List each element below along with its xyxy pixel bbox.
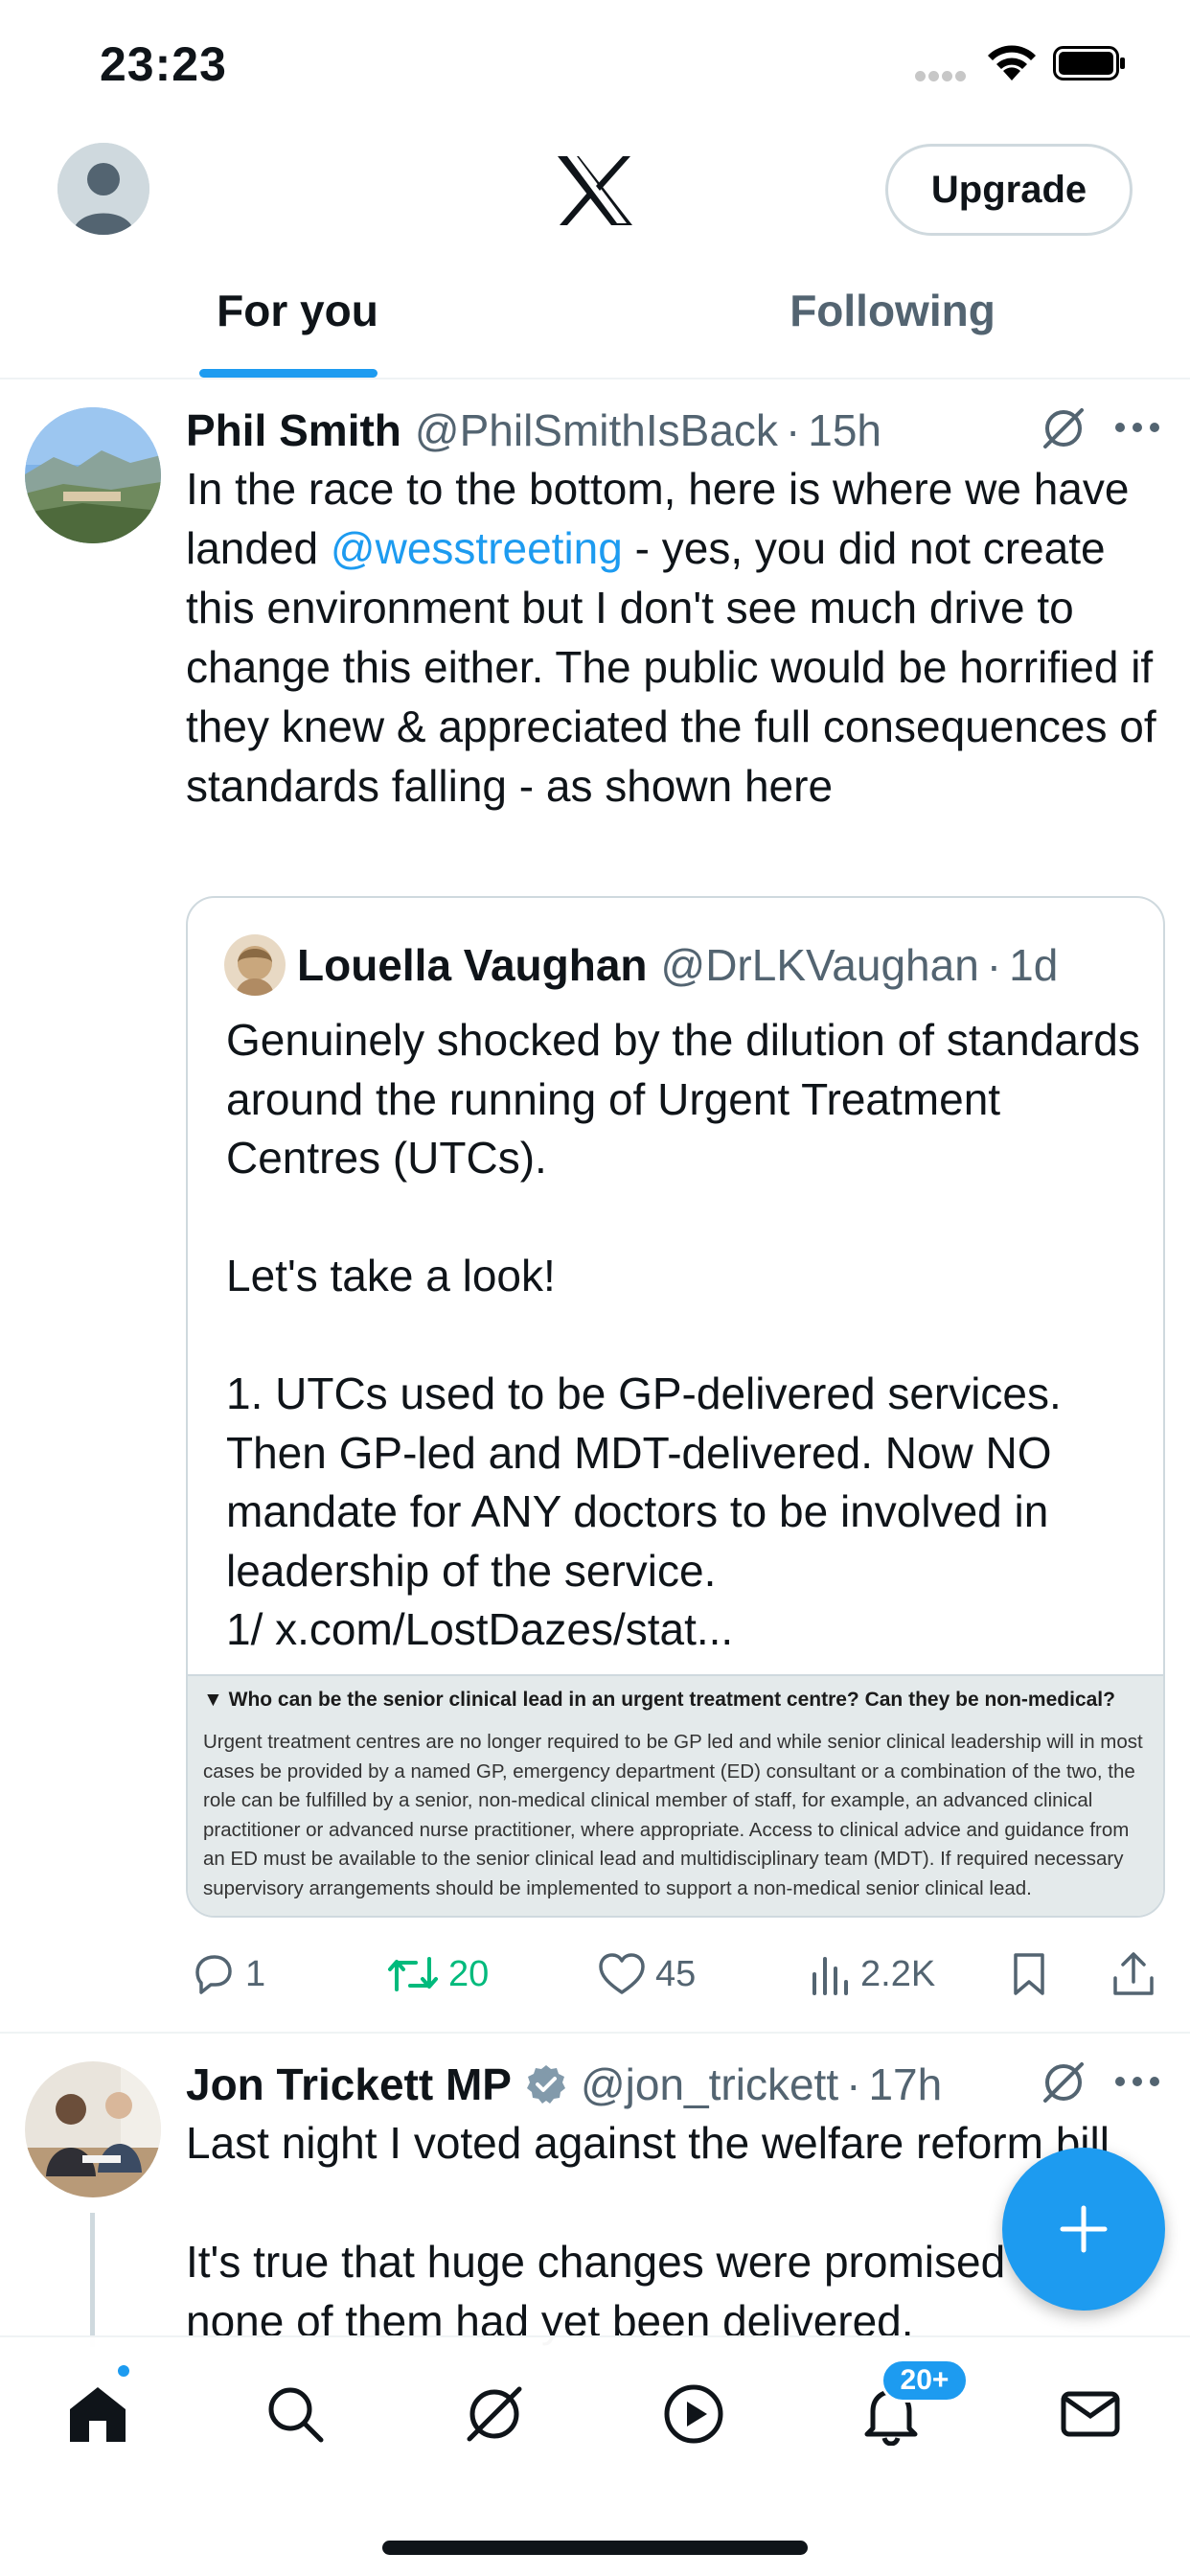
reply-count: 1: [245, 1953, 266, 1994]
divider: [0, 2032, 1190, 2034]
header: Upgrade For you Following: [0, 129, 1190, 380]
verified-badge-icon: [526, 2065, 565, 2104]
retweet-icon: [388, 1957, 438, 1991]
tweet-time: 15h: [808, 405, 882, 455]
author-handle[interactable]: @PhilSmithIsBack: [415, 404, 778, 456]
tweet-header: Jon Trickett MP @jon_trickett · 17h: [186, 2056, 942, 2113]
share-icon: [1113, 1952, 1154, 1995]
author-avatar[interactable]: [25, 2061, 161, 2197]
tweet[interactable]: Jon Trickett MP @jon_trickett · 17h Last…: [0, 2035, 1190, 2347]
quoted-tweet-time: 1d: [1009, 940, 1059, 990]
like-count: 45: [655, 1953, 697, 1994]
home-unread-dot: [115, 2362, 132, 2380]
nav-home[interactable]: [59, 2376, 136, 2452]
bookmark-button[interactable]: [1010, 1941, 1058, 2008]
tweet-time: 17h: [868, 2059, 943, 2109]
search-icon: [268, 2387, 324, 2443]
grok-icon: [467, 2386, 522, 2442]
tab-following[interactable]: Following: [595, 273, 1190, 379]
heart-icon: [599, 1953, 645, 1994]
tab-for-you[interactable]: For you: [0, 273, 595, 379]
separator: ·: [986, 940, 1002, 990]
like-button[interactable]: 45: [598, 1941, 696, 2008]
reply-icon: [195, 1955, 232, 1994]
feed-tabs: For you Following: [0, 273, 1190, 379]
bookmark-icon: [1014, 1953, 1044, 1995]
nav-messages[interactable]: [1052, 2376, 1129, 2452]
home-indicator: [382, 2541, 808, 2555]
nav-video[interactable]: [655, 2376, 732, 2452]
play-icon: [664, 2384, 723, 2444]
analytics-icon: [812, 1957, 848, 1995]
quoted-author-handle: @DrLKVaughan: [660, 940, 979, 990]
author-avatar[interactable]: [25, 407, 161, 543]
media-text: Urgent treatment centres are no longer r…: [203, 1731, 1143, 1899]
divider: [0, 378, 1190, 380]
nav-grok[interactable]: [456, 2376, 533, 2452]
default-avatar-icon: [57, 143, 149, 235]
quoted-tweet-text: Genuinely shocked by the dilution of sta…: [226, 1015, 1140, 1654]
grok-icon[interactable]: [1040, 2058, 1087, 2106]
views-button[interactable]: 2.2K: [809, 1941, 935, 2008]
wifi-icon: [988, 45, 1036, 80]
profile-avatar[interactable]: [57, 143, 149, 235]
separator: ·: [785, 405, 801, 455]
notification-badge: 20+: [881, 2358, 969, 2403]
author-name[interactable]: Phil Smith: [186, 404, 401, 456]
author-handle[interactable]: @jon_trickett: [581, 2058, 838, 2110]
author-name[interactable]: Jon Trickett MP: [186, 2058, 512, 2110]
plus-icon: [1060, 2205, 1108, 2253]
tweet[interactable]: Phil Smith @PhilSmithIsBack · 15h In the…: [0, 380, 1190, 2034]
compose-button[interactable]: [1002, 2148, 1165, 2311]
mail-icon: [1061, 2391, 1120, 2437]
more-icon[interactable]: [1114, 421, 1160, 434]
reply-button[interactable]: 1: [190, 1941, 265, 2008]
active-tab-indicator: [199, 369, 378, 378]
x-logo-icon: [558, 156, 632, 225]
battery-icon: [1053, 46, 1125, 80]
upgrade-button[interactable]: Upgrade: [885, 144, 1133, 236]
thread-line: [90, 2213, 95, 2347]
views-count: 2.2K: [860, 1953, 936, 1994]
cellular-signal-icon: [915, 69, 971, 81]
nav-search[interactable]: [257, 2376, 333, 2452]
status-time: 23:23: [100, 37, 227, 91]
status-bar: 23:23: [0, 0, 1190, 129]
mention-link[interactable]: @wesstreeting: [331, 523, 623, 573]
home-icon: [70, 2387, 126, 2442]
quoted-author-name: Louella Vaughan: [297, 940, 648, 990]
tweet-text: In the race to the bottom, here is where…: [186, 459, 1173, 816]
more-icon[interactable]: [1114, 2075, 1160, 2088]
tweet-actions: 1 20 45 2.2K: [186, 1941, 1163, 2008]
bottom-navigation: 20+: [0, 2335, 1190, 2576]
share-button[interactable]: [1111, 1941, 1165, 2008]
media-heading: ▼ Who can be the senior clinical lead in…: [203, 1689, 1115, 1711]
tweet-header: Phil Smith @PhilSmithIsBack · 15h: [186, 402, 881, 459]
quoted-tweet-header: Louella Vaughan @DrLKVaughan · 1d: [297, 936, 1058, 994]
separator: ·: [846, 2059, 861, 2109]
retweet-button[interactable]: 20: [387, 1941, 489, 2008]
quoted-tweet[interactable]: Louella Vaughan @DrLKVaughan · 1d Genuin…: [186, 896, 1165, 1918]
grok-icon[interactable]: [1040, 404, 1087, 452]
quoted-author-avatar: [224, 934, 286, 996]
quoted-tweet-image[interactable]: ▼ Who can be the senior clinical lead in…: [188, 1674, 1163, 1916]
retweet-count: 20: [448, 1953, 490, 1994]
